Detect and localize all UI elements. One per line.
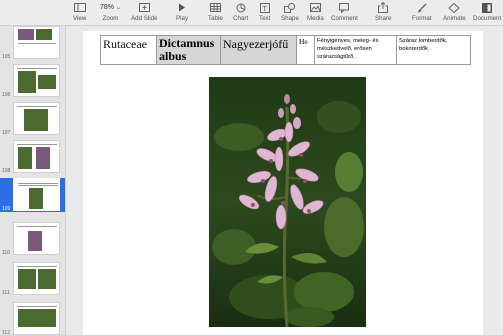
chart-icon — [236, 2, 246, 13]
zoom-button[interactable]: 78% ⌄ Zoom — [100, 2, 121, 22]
chevron-down-icon: ⌄ — [116, 5, 122, 11]
hungarian-name-cell[interactable]: Nagyezerjófű — [220, 35, 297, 65]
play-button[interactable]: Play — [176, 2, 188, 22]
slide-thumbnail[interactable]: 112 — [0, 302, 65, 335]
toolbar: View 78% ⌄ Zoom Add Slide Play Table Char… — [0, 0, 503, 26]
slide-navigator: 105 106 107 108 109 110 111 112 — [0, 26, 66, 335]
sidebar-view-icon — [73, 2, 86, 13]
thumbnail-image — [13, 64, 60, 97]
table-icon — [209, 2, 221, 13]
table-row: Rutaceae Dictamnus albus Nagyezerjófű He… — [100, 35, 471, 65]
add-slide-button[interactable]: Add Slide — [131, 2, 158, 22]
slide-thumbnail[interactable]: 107 — [0, 102, 65, 136]
animate-icon — [448, 2, 461, 13]
format-button[interactable]: Format — [412, 2, 432, 22]
thumbnail-image — [13, 140, 60, 173]
add-slide-icon — [138, 2, 150, 13]
species-cell[interactable]: Dictamnus albus — [156, 35, 221, 65]
shape-icon — [284, 2, 296, 13]
document-icon — [482, 2, 493, 13]
slide-thumbnail[interactable]: 105 — [0, 26, 65, 60]
slide-canvas[interactable]: Rutaceae Dictamnus albus Nagyezerjófű He… — [67, 26, 503, 335]
shape-button[interactable]: Shape — [281, 2, 299, 22]
thumbnail-image — [13, 302, 60, 335]
slide[interactable]: Rutaceae Dictamnus albus Nagyezerjófű He… — [83, 31, 483, 335]
slide-thumbnail[interactable]: 106 — [0, 64, 65, 98]
ecology-cell[interactable]: Fényigényes, meleg- és mészkedvelő, erős… — [314, 35, 397, 65]
thumbnail-image — [13, 222, 60, 255]
share-button[interactable]: Share — [375, 2, 392, 22]
slide-thumbnail[interactable]: 108 — [0, 140, 65, 174]
comment-icon — [339, 2, 350, 13]
family-cell[interactable]: Rutaceae — [100, 35, 157, 65]
paintbrush-icon — [417, 2, 427, 13]
life-form-cell[interactable]: He — [296, 35, 315, 65]
chart-button[interactable]: Chart — [233, 2, 248, 22]
text-box-icon: T — [259, 2, 270, 13]
thumbnail-image — [13, 102, 60, 135]
slide-thumbnail-selected[interactable]: 109 — [0, 178, 65, 212]
animate-button[interactable]: Animate — [443, 2, 466, 22]
thumbnail-image — [13, 178, 60, 211]
media-icon — [309, 2, 321, 13]
zoom-value: 78% — [100, 4, 115, 11]
play-icon — [178, 2, 186, 13]
document-button[interactable]: Document — [473, 2, 501, 22]
thumbnail-image — [13, 262, 60, 295]
habitat-cell[interactable]: Száraz lomberdők, bokorerdők — [396, 35, 471, 65]
species-table[interactable]: Rutaceae Dictamnus albus Nagyezerjófű He… — [100, 35, 471, 65]
svg-text:T: T — [262, 6, 267, 13]
text-button[interactable]: T Text — [259, 2, 270, 22]
slide-thumbnail[interactable]: 110 — [0, 222, 65, 256]
thumbnail-image — [13, 26, 60, 59]
media-button[interactable]: Media — [307, 2, 324, 22]
dictamnus-flower-image — [209, 77, 366, 327]
slide-thumbnail[interactable]: 111 — [0, 262, 65, 296]
comment-button[interactable]: Comment — [331, 2, 358, 22]
share-icon — [378, 2, 389, 13]
table-button[interactable]: Table — [208, 2, 223, 22]
plant-photo[interactable] — [209, 77, 366, 327]
view-button[interactable]: View — [73, 2, 86, 22]
